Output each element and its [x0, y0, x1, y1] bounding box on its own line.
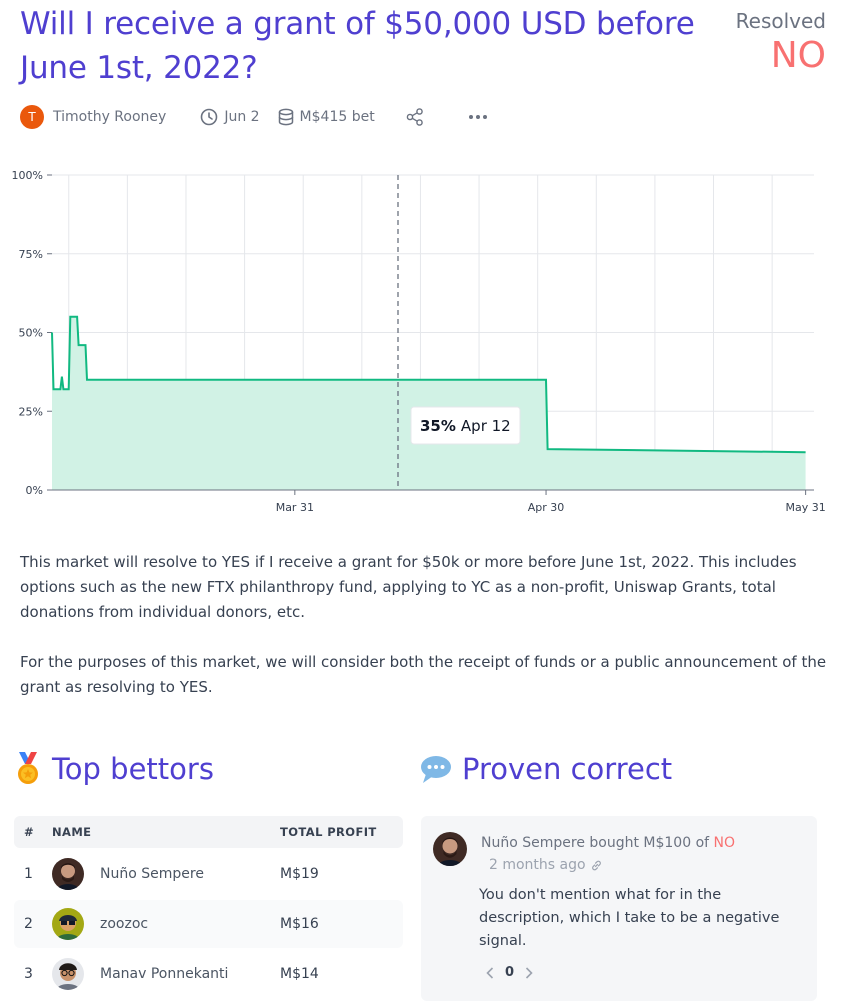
x-tick-label: Mar 31 — [276, 501, 314, 514]
avatar[interactable] — [52, 858, 84, 890]
tooltip-date: Apr 12 — [461, 417, 511, 435]
volume-text: M$415 bet — [299, 109, 375, 125]
y-tick-label: 50% — [19, 327, 43, 340]
table-row: 1 Nuño Sempere M$19 — [14, 850, 403, 898]
market-description: This market will resolve to YES if I rec… — [20, 550, 830, 725]
resolved-label: Resolved — [735, 9, 826, 33]
rank: 3 — [24, 966, 33, 982]
top-bettors-header: Top bettors — [14, 752, 214, 786]
speech-bubble-icon — [421, 756, 451, 783]
col-rank: # — [24, 825, 35, 839]
link-icon[interactable] — [590, 859, 603, 872]
probability-area — [52, 316, 806, 490]
comment-author-action: Nuño Sempere bought M$100 of — [481, 835, 714, 851]
market-title: Will I receive a grant of $50,000 USD be… — [20, 6, 695, 86]
svg-text:35%Apr 12: 35% Apr 12 — [420, 417, 511, 435]
comment-time[interactable]: 2 months ago — [489, 857, 603, 873]
avatar[interactable] — [52, 958, 84, 990]
comment-time-text[interactable]: 2 months ago — [489, 857, 586, 873]
rank: 1 — [24, 866, 33, 882]
top-bettors-table: # NAME TOTAL PROFIT 1 Nuño Sempere M$19 … — [14, 816, 403, 998]
creator-name[interactable]: Timothy Rooney — [53, 109, 166, 125]
medal-icon — [18, 752, 38, 784]
proven-correct-comment: Nuño Sempere bought M$100 of NO 2 months… — [421, 816, 817, 1001]
tooltip-value: 35% — [420, 417, 456, 435]
proven-correct-title: Proven correct — [462, 752, 673, 786]
proven-correct-header: Proven correct — [420, 752, 672, 786]
more-icon[interactable] — [467, 107, 489, 127]
bettor-name[interactable]: Manav Ponnekanti — [100, 966, 228, 982]
description-paragraph-2: For the purposes of this market, we will… — [20, 653, 827, 696]
comment-votes: 0 — [485, 965, 534, 980]
share-icon[interactable] — [405, 107, 425, 127]
profit: M$19 — [280, 866, 319, 882]
col-name: NAME — [52, 825, 92, 839]
resolution-value: NO — [770, 35, 826, 76]
x-tick-label: May 31 — [786, 501, 826, 514]
market-meta: T Timothy Rooney Jun 2 M$415 bet — [20, 104, 489, 130]
profit: M$14 — [280, 966, 319, 982]
resolution-box: Resolved NO — [736, 8, 826, 78]
table-row: 3 Manav Ponnekanti M$14 — [14, 950, 403, 998]
description-paragraph-1: This market will resolve to YES if I rec… — [20, 553, 797, 621]
y-tick-label: 0% — [26, 484, 43, 497]
chevron-right-icon[interactable] — [524, 966, 534, 980]
comment-header: Nuño Sempere bought M$100 of NO — [481, 835, 735, 851]
profit: M$16 — [280, 916, 319, 932]
table-row: 2 zoozoc M$16 — [14, 900, 403, 948]
y-tick-label: 25% — [19, 405, 43, 418]
database-icon — [278, 108, 293, 126]
x-axis: Mar 31 Apr 30 May 31 — [276, 490, 826, 514]
close-date-text: Jun 2 — [224, 109, 260, 125]
avatar[interactable] — [52, 908, 84, 940]
comment-text: You don't mention what for in the descri… — [479, 887, 780, 949]
x-tick-label: Apr 30 — [528, 501, 565, 514]
chevron-left-icon[interactable] — [485, 966, 495, 980]
vote-count: 0 — [505, 965, 515, 980]
comment-outcome: NO — [713, 835, 736, 851]
y-axis: 0% 25% 50% 75% 100% — [12, 169, 52, 497]
creator-avatar[interactable]: T — [20, 105, 44, 129]
y-tick-label: 100% — [12, 169, 43, 182]
rank: 2 — [24, 916, 33, 932]
volume: M$415 bet — [278, 108, 375, 126]
chart-tooltip: 35% Apr 12 — [410, 406, 521, 445]
avatar[interactable] — [433, 832, 467, 866]
bettor-name[interactable]: Nuño Sempere — [100, 866, 204, 882]
close-date: Jun 2 — [200, 108, 260, 126]
top-bettors-title: Top bettors — [52, 752, 214, 786]
bettor-name[interactable]: zoozoc — [100, 916, 148, 932]
col-profit: TOTAL PROFIT — [280, 825, 377, 839]
clock-icon — [201, 108, 218, 126]
table-header: # NAME TOTAL PROFIT — [14, 816, 403, 848]
probability-chart[interactable]: 0% 25% 50% 75% 100% Mar 31 Apr 30 May 31 35% Ap… — [0, 160, 854, 526]
y-tick-label: 75% — [19, 248, 43, 261]
